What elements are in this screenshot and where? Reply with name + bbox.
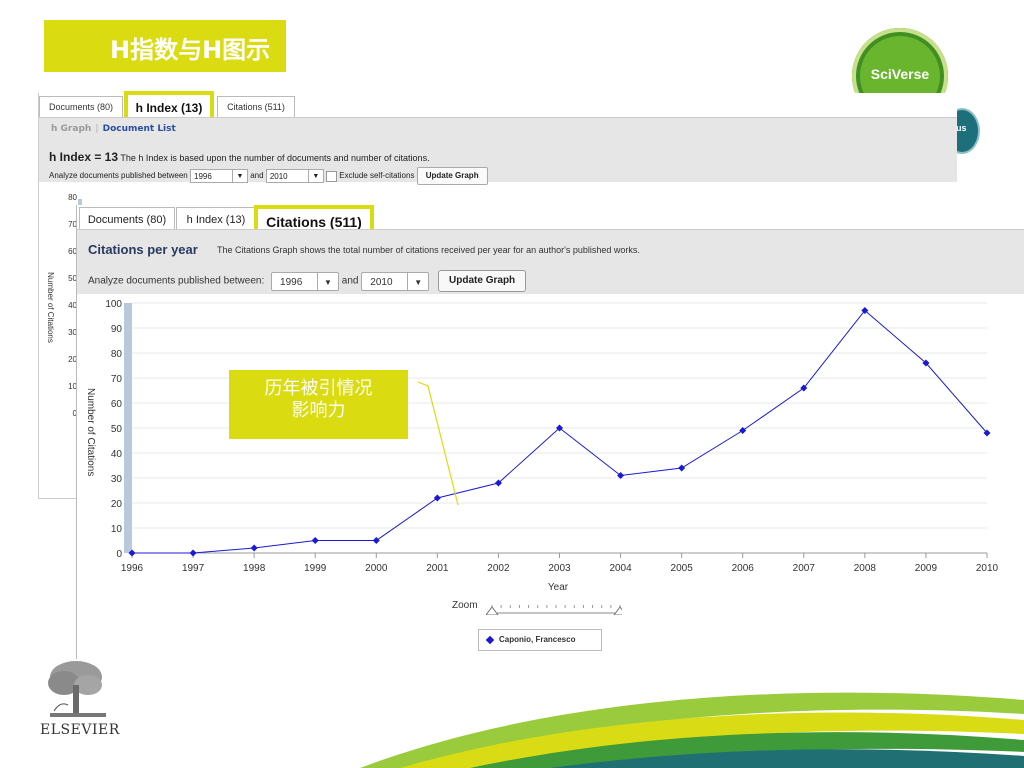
data-point[interactable] — [311, 537, 319, 544]
h-graph-link[interactable]: h Graph — [51, 124, 91, 134]
x-ticks: 1996 1997 1998 1999 2000 2001 2002 2003 2004 2005… — [121, 552, 999, 574]
y-tick-label: 70 — [111, 374, 123, 385]
back-tab-citations[interactable]: Citations (511) — [217, 96, 295, 117]
chevron-down-icon: ▼ — [317, 272, 338, 290]
back-to-year-value: 2010 — [269, 172, 288, 181]
zoom-slider[interactable] — [486, 603, 622, 615]
zoom-handle-right[interactable] — [613, 606, 622, 615]
to-year-select[interactable]: 2010 ▼ — [361, 271, 430, 291]
x-tick-label: 2009 — [915, 563, 938, 574]
callout-line-2: 影响力 — [291, 400, 346, 421]
elsevier-wordmark: ELSEVIER — [40, 722, 120, 738]
back-tab-documents[interactable]: Documents (80) — [39, 96, 123, 117]
y-tick-label: 90 — [111, 324, 123, 335]
y-tick-label: 60 — [111, 399, 123, 410]
x-tick-label: 2008 — [854, 563, 877, 574]
data-point[interactable] — [433, 494, 441, 502]
analyze-label: Analyze documents published between: — [88, 275, 265, 287]
chart-y-bar — [124, 303, 132, 553]
update-graph-button[interactable]: Update Graph — [438, 270, 527, 292]
h-index-summary: h Index = 13 The h Index is based upon t… — [49, 150, 430, 164]
back-toolbar: h Graph | Document List h Index = 13 The h… — [39, 117, 957, 185]
y-tick-label: 50 — [111, 424, 123, 435]
y-tick-label: 30 — [111, 474, 123, 485]
x-tick-label: 2004 — [609, 563, 632, 574]
y-tick-label: 100 — [105, 299, 122, 310]
back-y-axis-label: Number of Citations — [45, 272, 55, 343]
chevron-down-icon: ▼ — [232, 170, 247, 182]
h-index-value: h Index = 13 — [49, 150, 119, 164]
callout-box: 历年被引情况 影响力 — [229, 370, 408, 439]
sciverse-logo-text: SciVerse — [870, 66, 930, 82]
from-year-select[interactable]: 1996 ▼ — [271, 271, 340, 291]
exclude-self-citations-checkbox[interactable] — [326, 170, 338, 182]
back-and-label: and — [250, 171, 264, 181]
subnav-separator: | — [95, 124, 99, 134]
y-tick-label: 20 — [111, 499, 123, 510]
scopus-logo-text: us — [956, 123, 967, 133]
chevron-down-icon: ▼ — [407, 272, 428, 290]
y-tick-label: 0 — [116, 549, 122, 560]
back-from-year-value: 1996 — [194, 172, 212, 181]
data-point[interactable] — [372, 537, 380, 544]
x-tick-label: 2002 — [487, 563, 510, 574]
document-list-link[interactable]: Document List — [103, 124, 176, 134]
x-tick-label: 2010 — [976, 563, 999, 574]
legend[interactable]: Caponio, Francesco — [478, 629, 602, 651]
y-ticks: 0 10 20 30 40 50 60 70 80 90 100 — [105, 299, 122, 560]
y-tick-label: 80 — [111, 349, 123, 360]
x-tick-label: 1997 — [182, 563, 205, 574]
back-to-year-select[interactable]: 2010 ▼ — [265, 169, 324, 183]
h-subnav: h Graph | Document List — [51, 124, 176, 134]
x-tick-label: 1998 — [243, 563, 266, 574]
decorative-swoosh — [360, 692, 1024, 768]
x-tick-label: 2001 — [426, 563, 449, 574]
x-tick-label: 1999 — [304, 563, 327, 574]
back-ytick: 80 — [68, 193, 77, 202]
y-tick-label: 10 — [111, 524, 123, 535]
back-tab-strip: Documents (80) h Index (13) Citations (5… — [39, 91, 957, 125]
x-tick-label: 2005 — [671, 563, 694, 574]
analyze-row: Analyze documents published between: 199… — [88, 270, 527, 292]
zoom-handle-left[interactable] — [486, 606, 499, 615]
citations-description: The Citations Graph shows the total numb… — [217, 245, 640, 255]
data-point[interactable] — [678, 464, 686, 472]
from-year-value: 1996 — [280, 276, 303, 288]
slide-title: H指数与H图示 — [110, 36, 271, 64]
back-update-graph-button[interactable]: Update Graph — [416, 167, 488, 185]
legend-marker-icon — [485, 635, 495, 645]
chevron-down-icon: ▼ — [307, 170, 323, 182]
citations-title: Citations per year — [88, 242, 198, 257]
data-point[interactable] — [250, 544, 258, 552]
exclude-self-citations-label: Exclude self-citations — [339, 171, 415, 181]
back-analyze-row: Analyze documents published between 1996… — [49, 167, 488, 185]
x-tick-label: 2006 — [732, 563, 755, 574]
legend-series-name: Caponio, Francesco — [499, 635, 576, 644]
citations-toolbar: Citations per year The Citations Graph s… — [77, 229, 1024, 294]
zoom-ticks — [491, 605, 621, 608]
data-point[interactable] — [189, 549, 197, 557]
x-tick-label: 1996 — [121, 563, 144, 574]
y-axis-title: Number of Citations — [85, 388, 96, 476]
slide-title-banner: H指数与H图示 — [44, 20, 286, 72]
and-label: and — [341, 275, 359, 287]
x-axis-title: Year — [548, 582, 569, 593]
back-from-year-select[interactable]: 1996 ▼ — [190, 169, 248, 183]
callout-line-1: 历年被引情况 — [264, 378, 373, 399]
back-analyze-label: Analyze documents published between — [49, 171, 188, 181]
x-tick-label: 2003 — [548, 563, 571, 574]
citations-chart: 0 10 20 30 40 50 60 70 80 90 100 1996 1997 1998 1999 2… — [85, 299, 999, 593]
x-tick-label: 2007 — [793, 563, 816, 574]
to-year-value: 2010 — [370, 276, 393, 288]
x-tick-label: 2000 — [365, 563, 388, 574]
y-tick-label: 40 — [111, 449, 123, 460]
h-index-description: The h Index is based upon the number of … — [120, 153, 430, 163]
zoom-label: Zoom — [452, 600, 478, 611]
